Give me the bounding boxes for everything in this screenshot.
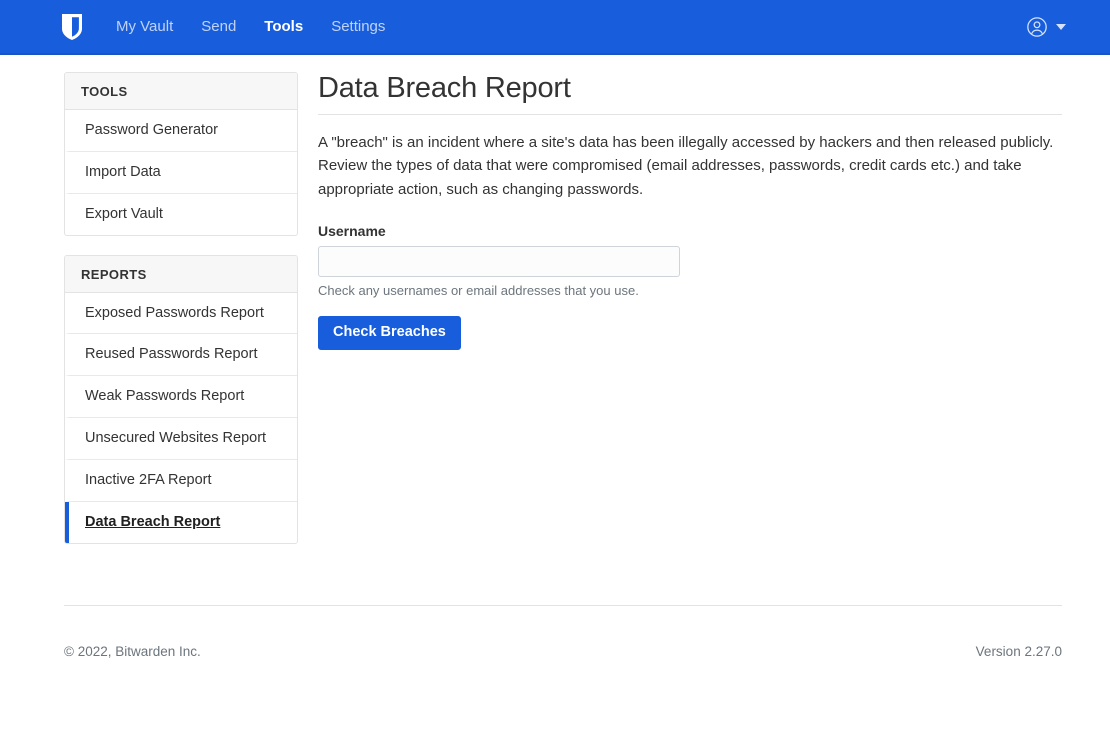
username-label: Username xyxy=(318,223,1062,239)
username-input[interactable] xyxy=(318,246,680,277)
tools-card: TOOLS Password Generator Import Data Exp… xyxy=(64,72,298,236)
user-circle-icon xyxy=(1026,16,1048,38)
reports-card: REPORTS Exposed Passwords Report Reused … xyxy=(64,255,298,544)
sidebar-item-password-generator[interactable]: Password Generator xyxy=(65,110,297,152)
main-content: Data Breach Report A "breach" is an inci… xyxy=(298,72,1062,350)
chevron-down-icon xyxy=(1056,24,1066,30)
nav-link-my-vault[interactable]: My Vault xyxy=(116,19,173,34)
account-menu-button[interactable] xyxy=(1026,16,1066,38)
nav-link-tools[interactable]: Tools xyxy=(264,19,303,34)
tools-card-header: TOOLS xyxy=(65,73,297,110)
check-breaches-button[interactable]: Check Breaches xyxy=(318,316,461,350)
top-navigation-bar: My Vault Send Tools Settings xyxy=(0,0,1110,55)
page-description: A "breach" is an incident where a site's… xyxy=(318,131,1062,201)
sidebar-item-export-vault[interactable]: Export Vault xyxy=(65,194,297,235)
nav-link-settings[interactable]: Settings xyxy=(331,19,385,34)
reports-card-header: REPORTS xyxy=(65,256,297,293)
nav-link-send[interactable]: Send xyxy=(201,19,236,34)
footer-version: Version 2.27.0 xyxy=(976,644,1062,659)
sidebar-item-data-breach-report[interactable]: Data Breach Report xyxy=(65,502,297,543)
username-help-text: Check any usernames or email addresses t… xyxy=(318,283,1062,298)
sidebar-item-import-data[interactable]: Import Data xyxy=(65,152,297,194)
sidebar: TOOLS Password Generator Import Data Exp… xyxy=(64,72,298,563)
sidebar-item-reused-passwords-report[interactable]: Reused Passwords Report xyxy=(65,334,297,376)
primary-nav-links: My Vault Send Tools Settings xyxy=(116,19,385,34)
page-body: TOOLS Password Generator Import Data Exp… xyxy=(0,55,1110,563)
footer-copyright: © 2022, Bitwarden Inc. xyxy=(64,644,201,659)
sidebar-item-unsecured-websites-report[interactable]: Unsecured Websites Report xyxy=(65,418,297,460)
footer: © 2022, Bitwarden Inc. Version 2.27.0 xyxy=(64,606,1062,659)
bitwarden-shield-icon[interactable] xyxy=(60,12,84,42)
page-title: Data Breach Report xyxy=(318,72,1062,105)
sidebar-item-weak-passwords-report[interactable]: Weak Passwords Report xyxy=(65,376,297,418)
sidebar-item-inactive-2fa-report[interactable]: Inactive 2FA Report xyxy=(65,460,297,502)
title-divider xyxy=(318,114,1062,115)
footer-wrapper: © 2022, Bitwarden Inc. Version 2.27.0 xyxy=(0,605,1110,659)
sidebar-item-exposed-passwords-report[interactable]: Exposed Passwords Report xyxy=(65,293,297,335)
